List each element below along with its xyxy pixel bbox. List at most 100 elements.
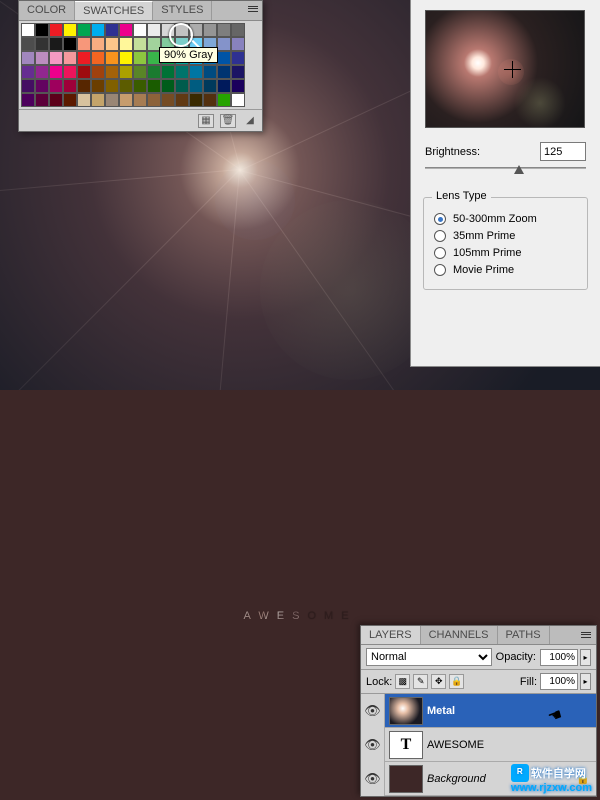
- swatch-cell[interactable]: [133, 37, 147, 51]
- lens-type-radio[interactable]: Movie Prime: [434, 264, 577, 276]
- swatch-cell[interactable]: [203, 23, 217, 37]
- lens-type-radio[interactable]: 105mm Prime: [434, 247, 577, 259]
- swatch-cell[interactable]: [35, 37, 49, 51]
- swatch-cell[interactable]: [91, 37, 105, 51]
- swatch-cell[interactable]: [91, 23, 105, 37]
- swatch-cell[interactable]: [35, 93, 49, 107]
- swatch-cell[interactable]: [91, 51, 105, 65]
- swatch-cell[interactable]: [147, 23, 161, 37]
- tab-channels[interactable]: CHANNELS: [421, 626, 498, 644]
- tab-color[interactable]: COLOR: [19, 1, 75, 20]
- swatch-cell[interactable]: [161, 65, 175, 79]
- layer-thumbnail[interactable]: T: [389, 731, 423, 759]
- fill-flyout-icon[interactable]: ▸: [580, 673, 591, 690]
- swatch-cell[interactable]: [21, 93, 35, 107]
- swatch-cell[interactable]: [105, 93, 119, 107]
- resize-grip-icon[interactable]: ◢: [242, 114, 258, 128]
- swatch-cell[interactable]: [217, 93, 231, 107]
- swatch-cell[interactable]: [217, 23, 231, 37]
- swatch-cell[interactable]: [63, 93, 77, 107]
- swatch-cell[interactable]: [35, 23, 49, 37]
- swatch-cell[interactable]: [231, 37, 245, 51]
- swatch-cell[interactable]: [63, 79, 77, 93]
- delete-swatch-icon[interactable]: 🗑: [220, 114, 236, 128]
- swatch-cell[interactable]: [49, 79, 63, 93]
- swatch-cell[interactable]: [119, 23, 133, 37]
- swatch-cell[interactable]: [77, 51, 91, 65]
- swatch-cell[interactable]: [77, 37, 91, 51]
- swatch-cell[interactable]: [35, 51, 49, 65]
- swatch-cell[interactable]: [49, 93, 63, 107]
- swatch-cell[interactable]: [231, 79, 245, 93]
- swatch-cell[interactable]: [231, 23, 245, 37]
- swatch-cell[interactable]: [91, 65, 105, 79]
- tab-swatches[interactable]: SWATCHES: [75, 1, 153, 20]
- swatch-cell[interactable]: [203, 79, 217, 93]
- blend-mode-select[interactable]: Normal: [366, 648, 492, 666]
- swatch-cell[interactable]: [217, 51, 231, 65]
- swatch-cell[interactable]: [133, 79, 147, 93]
- layers-panel[interactable]: LAYERS CHANNELS PATHS Normal Opacity: ▸ …: [360, 625, 597, 797]
- swatch-cell[interactable]: [21, 51, 35, 65]
- lens-flare-preview[interactable]: [425, 10, 585, 128]
- swatch-cell[interactable]: [21, 79, 35, 93]
- tab-layers[interactable]: LAYERS: [361, 626, 421, 644]
- swatch-cell[interactable]: [49, 51, 63, 65]
- swatch-cell[interactable]: [63, 51, 77, 65]
- swatch-cell[interactable]: [49, 65, 63, 79]
- swatch-cell[interactable]: [133, 23, 147, 37]
- swatch-cell[interactable]: [105, 23, 119, 37]
- swatch-cell[interactable]: [63, 23, 77, 37]
- lens-type-radio[interactable]: 50-300mm Zoom: [434, 213, 577, 225]
- swatch-cell[interactable]: [147, 93, 161, 107]
- visibility-eye-icon[interactable]: 👁: [361, 728, 385, 762]
- swatch-cell[interactable]: [217, 37, 231, 51]
- swatch-cell[interactable]: [133, 51, 147, 65]
- lock-transparency-icon[interactable]: ▩: [395, 674, 410, 689]
- layer-thumbnail[interactable]: [389, 765, 423, 793]
- swatch-cell[interactable]: [147, 65, 161, 79]
- swatch-cell[interactable]: [21, 65, 35, 79]
- swatch-cell[interactable]: [189, 23, 203, 37]
- swatch-cell[interactable]: [77, 23, 91, 37]
- swatch-cell[interactable]: [35, 65, 49, 79]
- swatch-cell[interactable]: [35, 79, 49, 93]
- swatch-cell[interactable]: [133, 93, 147, 107]
- layer-name[interactable]: Metal: [427, 705, 596, 717]
- swatch-cell[interactable]: [119, 79, 133, 93]
- swatch-cell[interactable]: [105, 51, 119, 65]
- layer-name[interactable]: AWESOME: [427, 739, 596, 751]
- swatch-cell[interactable]: [203, 65, 217, 79]
- swatch-cell[interactable]: [119, 51, 133, 65]
- swatch-cell[interactable]: [105, 79, 119, 93]
- swatch-cell[interactable]: [91, 93, 105, 107]
- swatch-cell[interactable]: [203, 93, 217, 107]
- swatch-cell[interactable]: [63, 37, 77, 51]
- swatch-cell[interactable]: [161, 93, 175, 107]
- swatch-cell[interactable]: [231, 65, 245, 79]
- fill-input[interactable]: [540, 673, 578, 690]
- brightness-input[interactable]: [540, 142, 586, 161]
- swatch-cell[interactable]: [77, 65, 91, 79]
- swatch-cell[interactable]: [189, 79, 203, 93]
- layer-name[interactable]: Background: [427, 773, 576, 785]
- swatch-cell[interactable]: [119, 65, 133, 79]
- swatch-cell[interactable]: [133, 65, 147, 79]
- layer-thumbnail[interactable]: [389, 697, 423, 725]
- swatch-cell[interactable]: [119, 37, 133, 51]
- swatch-cell[interactable]: [175, 79, 189, 93]
- swatch-cell[interactable]: [147, 79, 161, 93]
- swatches-panel[interactable]: COLOR SWATCHES STYLES ▦ 🗑 ◢ 90% Gray: [18, 0, 263, 132]
- swatch-cell[interactable]: [105, 65, 119, 79]
- swatch-cell[interactable]: [217, 65, 231, 79]
- swatch-cell[interactable]: [217, 79, 231, 93]
- swatch-cell[interactable]: [63, 65, 77, 79]
- swatch-cell[interactable]: [77, 79, 91, 93]
- lock-all-icon[interactable]: 🔒: [449, 674, 464, 689]
- swatch-cell[interactable]: [119, 93, 133, 107]
- opacity-flyout-icon[interactable]: ▸: [580, 649, 591, 666]
- lock-position-icon[interactable]: ✥: [431, 674, 446, 689]
- brightness-slider[interactable]: [425, 167, 586, 185]
- visibility-eye-icon[interactable]: 👁: [361, 762, 385, 796]
- visibility-eye-icon[interactable]: 👁: [361, 694, 385, 728]
